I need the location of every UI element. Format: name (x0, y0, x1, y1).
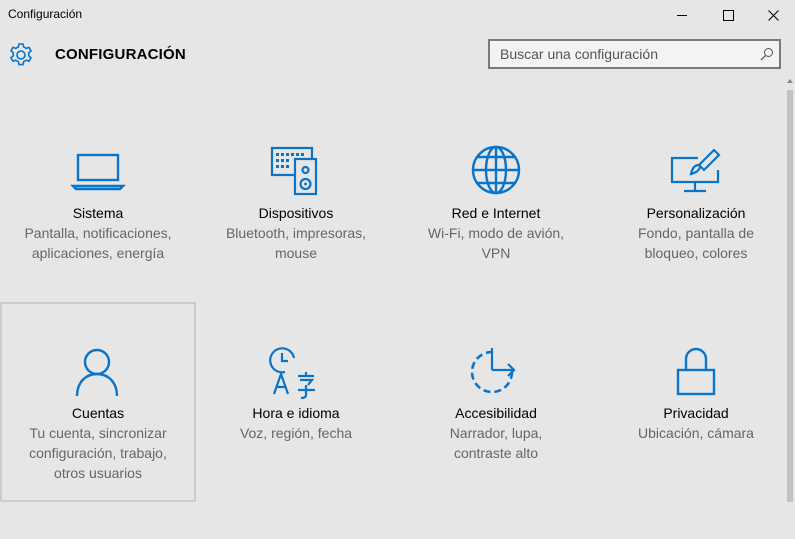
tile-cuentas[interactable]: Cuentas Tu cuenta, sincronizar configurac… (0, 302, 196, 502)
tile-red-e-internet[interactable]: Red e Internet Wi-Fi, modo de avión, VPN (398, 102, 594, 302)
search-box[interactable] (488, 39, 781, 69)
devices-icon (270, 146, 318, 196)
page-title: CONFIGURACIÓN (55, 46, 186, 63)
maximize-icon (722, 9, 734, 21)
tile-privacidad[interactable]: Privacidad Ubicación, cámara (598, 302, 794, 502)
minimize-icon (677, 15, 687, 16)
search-input[interactable] (490, 41, 752, 67)
tile-accesibilidad[interactable]: Accesibilidad Narrador, lupa, contraste a… (398, 302, 594, 502)
tile-hora-e-idioma[interactable]: Hora e idioma Voz, región, fecha (198, 302, 394, 502)
maximize-button[interactable] (705, 0, 751, 30)
tile-label: Privacidad (663, 405, 729, 421)
search-icon[interactable] (760, 47, 774, 61)
tile-label: Dispositivos (258, 205, 334, 221)
tile-label: Red e Internet (451, 205, 541, 221)
tile-description: Bluetooth, impresoras, mouse (225, 225, 367, 261)
tile-personalizacion[interactable]: Personalización Fondo, pantalla de bloque… (598, 102, 794, 302)
time-language-icon (269, 347, 315, 400)
close-button[interactable] (750, 0, 795, 30)
lock-icon (676, 347, 716, 396)
person-icon (75, 348, 119, 397)
tile-description: Pantalla, notificaciones, aplicaciones, e… (24, 225, 172, 261)
globe-icon (471, 145, 521, 195)
laptop-icon (70, 153, 126, 191)
tile-description: Tu cuenta, sincronizar configuración, tra… (29, 425, 167, 481)
window-title: Configuración (8, 7, 83, 21)
tile-description: Fondo, pantalla de bloqueo, colores (638, 225, 754, 261)
tile-label: Sistema (72, 205, 124, 221)
title-bar: Configuración (0, 0, 795, 30)
ease-of-access-icon (470, 348, 516, 394)
close-icon (767, 9, 779, 21)
tile-label: Hora e idioma (252, 405, 340, 421)
paint-icon (670, 148, 721, 193)
settings-window: Configuración CONFIGURACIÓN Buscar una c… (0, 0, 795, 539)
tile-label: Cuentas (71, 405, 125, 421)
gear-icon (9, 43, 33, 66)
scroll-up-arrow-icon[interactable] (786, 76, 794, 86)
tile-description: Voz, región, fecha (239, 425, 353, 441)
tile-description: Wi-Fi, modo de avión, VPN (427, 225, 565, 261)
tile-description: Ubicación, cámara (638, 425, 754, 441)
tile-label: Accesibilidad (455, 405, 537, 421)
tile-label: Personalización (646, 205, 746, 221)
minimize-button[interactable] (659, 0, 705, 30)
tile-dispositivos[interactable]: Dispositivos Bluetooth, impresoras, mouse (198, 102, 394, 302)
tile-sistema[interactable]: Sistema Pantalla, notificaciones, aplicac… (0, 102, 196, 302)
tile-description: Narrador, lupa, contraste alto (449, 425, 543, 461)
